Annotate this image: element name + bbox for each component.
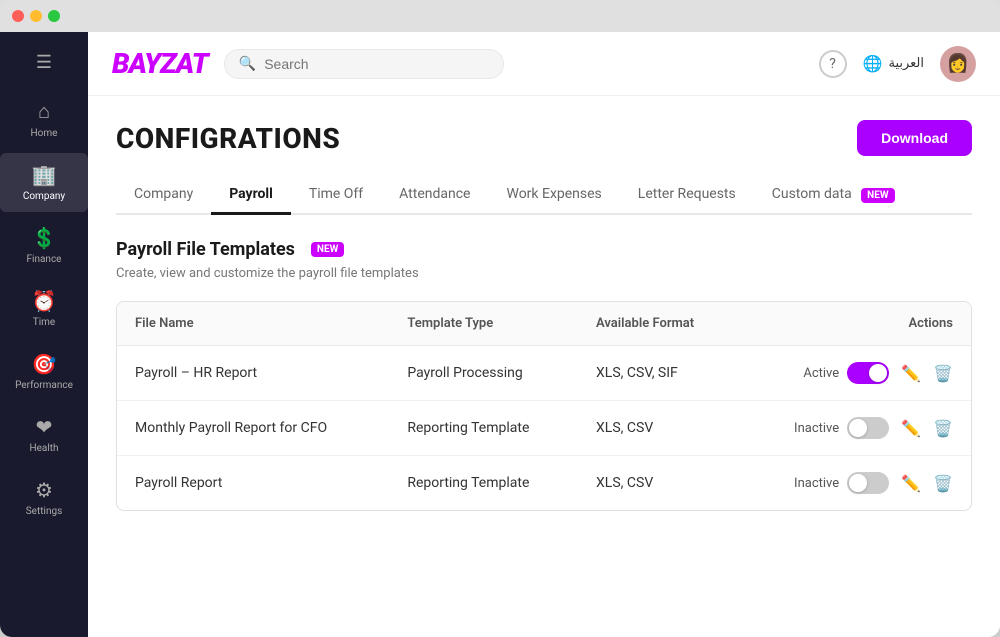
settings-icon: ⚙ — [35, 478, 53, 502]
edit-button-2[interactable]: ✏️ — [901, 419, 921, 438]
sidebar-item-health[interactable]: ❤ Health — [0, 405, 88, 464]
table-row: Monthly Payroll Report for CFO Reporting… — [117, 401, 971, 456]
minimize-dot[interactable] — [30, 10, 42, 22]
sidebar-item-finance[interactable]: 💲 Finance — [0, 216, 88, 275]
sidebar-label-settings: Settings — [26, 506, 63, 517]
toggle-2[interactable] — [847, 417, 889, 439]
toggle-knob-1 — [869, 364, 887, 382]
maximize-dot[interactable] — [48, 10, 60, 22]
logo: BAYZAT — [112, 47, 208, 80]
header-right: ? 🌐 العربية 👩 — [819, 46, 976, 82]
cell-templatetype-1: Payroll Processing — [389, 346, 578, 401]
status-group-3: Inactive — [794, 472, 889, 494]
payroll-templates-table: File Name Template Type Available Format… — [117, 302, 971, 510]
sidebar-item-performance[interactable]: 🎯 Performance — [0, 342, 88, 401]
delete-button-2[interactable]: 🗑️ — [933, 419, 953, 438]
close-dot[interactable] — [12, 10, 24, 22]
sidebar: ☰ ⌂ Home 🏢 Company 💲 Finance ⏰ Time — [0, 32, 88, 637]
col-templatetype: Template Type — [389, 302, 578, 346]
toggle-knob-2 — [849, 419, 867, 437]
header: BAYZAT 🔍 ? 🌐 العربية 👩 — [88, 32, 1000, 96]
edit-button-3[interactable]: ✏️ — [901, 474, 921, 493]
cell-actions-2: Inactive ✏️ 🗑️ — [738, 401, 971, 456]
section-new-badge: NEW — [311, 242, 344, 257]
table-container: File Name Template Type Available Format… — [116, 301, 972, 511]
sidebar-item-home[interactable]: ⌂ Home — [0, 89, 88, 149]
section-title-row: Payroll File Templates NEW — [116, 239, 972, 260]
health-icon: ❤ — [36, 415, 53, 439]
sidebar-label-company: Company — [23, 191, 65, 202]
sidebar-label-finance: Finance — [27, 254, 62, 265]
language-button[interactable]: 🌐 العربية — [863, 54, 924, 73]
cell-filename-1: Payroll – HR Report — [117, 346, 389, 401]
cell-format-2: XLS, CSV — [578, 401, 738, 456]
cell-actions-3: Inactive ✏️ 🗑️ — [738, 456, 971, 511]
tab-timeoff[interactable]: Time Off — [291, 176, 381, 215]
sidebar-item-settings[interactable]: ⚙ Settings — [0, 468, 88, 527]
language-label: العربية — [888, 56, 924, 71]
delete-button-1[interactable]: 🗑️ — [933, 364, 953, 383]
tab-workexpenses[interactable]: Work Expenses — [488, 176, 619, 215]
search-icon: 🔍 — [239, 56, 256, 72]
table-row: Payroll – HR Report Payroll Processing X… — [117, 346, 971, 401]
status-text-1: Active — [803, 366, 839, 381]
search-bar[interactable]: 🔍 — [224, 49, 504, 79]
cell-filename-2: Monthly Payroll Report for CFO — [117, 401, 389, 456]
tab-customdata[interactable]: Custom data NEW — [754, 176, 913, 215]
new-badge-customdata: NEW — [861, 188, 894, 203]
sidebar-menu-icon[interactable]: ☰ — [24, 40, 64, 85]
toggle-1[interactable] — [847, 362, 889, 384]
main-content: BAYZAT 🔍 ? 🌐 العربية 👩 CONFIGRATI — [88, 32, 1000, 637]
download-button[interactable]: Download — [857, 120, 972, 156]
home-icon: ⌂ — [38, 99, 50, 124]
cell-filename-3: Payroll Report — [117, 456, 389, 511]
sidebar-label-health: Health — [29, 443, 58, 454]
status-text-2: Inactive — [794, 421, 839, 436]
sidebar-label-performance: Performance — [15, 380, 73, 391]
table-header-row: File Name Template Type Available Format… — [117, 302, 971, 346]
sidebar-item-time[interactable]: ⏰ Time — [0, 279, 88, 338]
globe-icon: 🌐 — [863, 54, 883, 73]
help-button[interactable]: ? — [819, 50, 847, 78]
col-availableformat: Available Format — [578, 302, 738, 346]
status-text-3: Inactive — [794, 476, 839, 491]
table-row: Payroll Report Reporting Template XLS, C… — [117, 456, 971, 511]
status-group-2: Inactive — [794, 417, 889, 439]
tab-company[interactable]: Company — [116, 176, 211, 215]
section-title: Payroll File Templates — [116, 239, 295, 260]
sidebar-item-company[interactable]: 🏢 Company — [0, 153, 88, 212]
sidebar-label-home: Home — [31, 128, 58, 139]
app-body: ☰ ⌂ Home 🏢 Company 💲 Finance ⏰ Time — [0, 32, 1000, 637]
page-title: CONFIGRATIONS — [116, 122, 340, 155]
search-input[interactable] — [264, 56, 489, 72]
cell-format-3: XLS, CSV — [578, 456, 738, 511]
company-icon: 🏢 — [32, 163, 57, 187]
toggle-3[interactable] — [847, 472, 889, 494]
avatar[interactable]: 👩 — [940, 46, 976, 82]
section-description: Create, view and customize the payroll f… — [116, 266, 972, 281]
cell-templatetype-3: Reporting Template — [389, 456, 578, 511]
toggle-knob-3 — [849, 474, 867, 492]
cell-templatetype-2: Reporting Template — [389, 401, 578, 456]
delete-button-3[interactable]: 🗑️ — [933, 474, 953, 493]
col-actions: Actions — [738, 302, 971, 346]
performance-icon: 🎯 — [32, 352, 57, 376]
tab-attendance[interactable]: Attendance — [381, 176, 488, 215]
cell-actions-1: Active ✏️ 🗑️ — [738, 346, 971, 401]
edit-button-1[interactable]: ✏️ — [901, 364, 921, 383]
tab-payroll[interactable]: Payroll — [211, 176, 291, 215]
time-icon: ⏰ — [32, 289, 57, 313]
page-header: CONFIGRATIONS Download — [116, 120, 972, 156]
titlebar — [0, 0, 1000, 32]
app-window: ☰ ⌂ Home 🏢 Company 💲 Finance ⏰ Time — [0, 0, 1000, 637]
tabs: Company Payroll Time Off Attendance Work… — [116, 176, 972, 215]
page: CONFIGRATIONS Download Company Payroll T… — [88, 96, 1000, 637]
sidebar-label-time: Time — [33, 317, 55, 328]
status-group-1: Active — [803, 362, 889, 384]
cell-format-1: XLS, CSV, SIF — [578, 346, 738, 401]
finance-icon: 💲 — [32, 226, 57, 250]
col-filename: File Name — [117, 302, 389, 346]
tab-letterrequests[interactable]: Letter Requests — [620, 176, 754, 215]
